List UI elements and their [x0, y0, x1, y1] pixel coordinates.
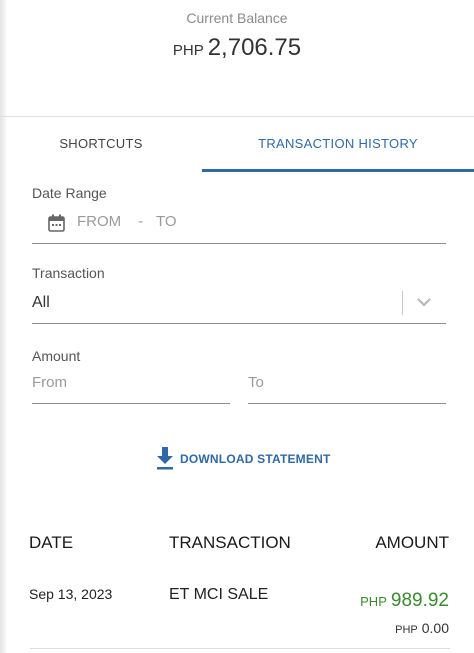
balance-amount: PHP 2,706.75	[0, 34, 474, 62]
transaction-amount: PHP 989.92	[360, 590, 449, 612]
balance-label: Current Balance	[186, 10, 288, 26]
date-separator: -	[138, 213, 143, 230]
amount-filter-label: Amount	[32, 348, 81, 364]
amount-to-field	[248, 366, 446, 404]
transaction-date: Sep 13, 2023	[29, 586, 113, 602]
column-header-amount: AMOUNT	[375, 533, 449, 552]
balance-value: 2,706.75	[207, 34, 302, 61]
amount-from-field	[32, 366, 230, 404]
calendar-icon[interactable]	[48, 214, 65, 232]
tab-bar: SHORTCUTS TRANSACTION HISTORY	[0, 116, 474, 172]
transaction-fee: PHP 0.00	[395, 620, 449, 636]
transaction-filter-label: Transaction	[32, 265, 105, 281]
tab-transaction-history[interactable]: TRANSACTION HISTORY	[202, 116, 474, 172]
download-icon	[157, 447, 173, 470]
transaction-row[interactable]: Sep 13, 2023 ET MCI SALE PHP 989.92 PHP 0.…	[0, 570, 474, 648]
chevron-down-icon[interactable]	[416, 296, 432, 308]
date-from-input[interactable]: FROM	[77, 213, 121, 230]
select-divider	[402, 291, 403, 315]
amount-to-input[interactable]	[248, 370, 438, 394]
fee-currency: PHP	[395, 624, 418, 636]
transaction-select-value: All	[32, 294, 50, 311]
amount-currency: PHP	[360, 594, 387, 609]
date-range-label: Date Range	[32, 185, 107, 201]
download-statement-label: DOWNLOAD STATEMENT	[180, 452, 331, 466]
balance-currency: PHP	[172, 42, 204, 59]
transaction-description: ET MCI SALE	[169, 586, 269, 603]
column-header-date: DATE	[29, 533, 74, 552]
date-to-input[interactable]: TO	[156, 213, 177, 230]
active-tab-indicator	[202, 169, 474, 172]
fee-value: 0.00	[421, 620, 449, 636]
balance-header: Current Balance PHP 2,706.75	[0, 0, 474, 117]
date-range-field[interactable]: FROM - TO	[32, 205, 446, 244]
row-divider	[30, 648, 450, 649]
amount-from-input[interactable]	[32, 370, 222, 394]
column-header-transaction: TRANSACTION	[169, 533, 291, 552]
transaction-type-select[interactable]: All	[32, 285, 446, 324]
tab-shortcuts[interactable]: SHORTCUTS	[0, 116, 202, 172]
amount-value: 989.92	[390, 590, 449, 611]
